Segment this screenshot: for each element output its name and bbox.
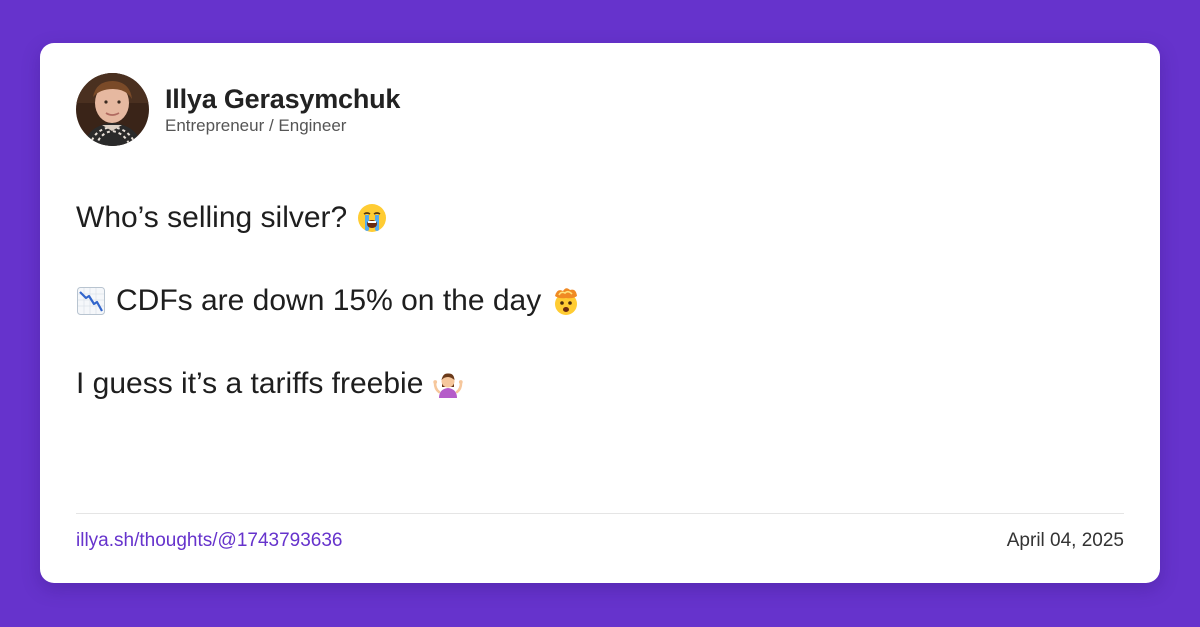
avatar[interactable] xyxy=(76,73,149,146)
author-role: Entrepreneur / Engineer xyxy=(165,115,347,135)
post-line-2-text: CDFs are down 15% on the day xyxy=(116,284,542,317)
author-identity: Illya Gerasymchuk Entrepreneur / Enginee… xyxy=(165,83,400,137)
post-line-1: Who’s selling silver? xyxy=(76,199,1116,237)
loudly-crying-face-icon xyxy=(357,203,387,233)
post-line-1-text: Who’s selling silver? xyxy=(76,201,348,234)
post-body: Who’s selling silver? CDFs are down 15% … xyxy=(76,199,1116,403)
post-card: Illya Gerasymchuk Entrepreneur / Enginee… xyxy=(40,43,1160,583)
avatar-image xyxy=(76,73,149,146)
post-line-3: I guess it’s a tariffs freebie xyxy=(76,365,1116,403)
post-line-3-text: I guess it’s a tariffs freebie xyxy=(76,367,424,400)
author-name[interactable]: Illya Gerasymchuk xyxy=(165,83,400,115)
thought-permalink[interactable]: illya.sh/thoughts/@1743793636 xyxy=(76,529,342,553)
person-shrugging-icon xyxy=(433,369,464,399)
footer-divider xyxy=(76,513,1124,514)
author-header: Illya Gerasymchuk Entrepreneur / Enginee… xyxy=(76,73,400,146)
post-date: April 04, 2025 xyxy=(1006,530,1124,551)
chart-decreasing-icon xyxy=(76,286,106,316)
post-line-2: CDFs are down 15% on the day xyxy=(76,282,1116,320)
exploding-head-icon xyxy=(551,286,581,316)
